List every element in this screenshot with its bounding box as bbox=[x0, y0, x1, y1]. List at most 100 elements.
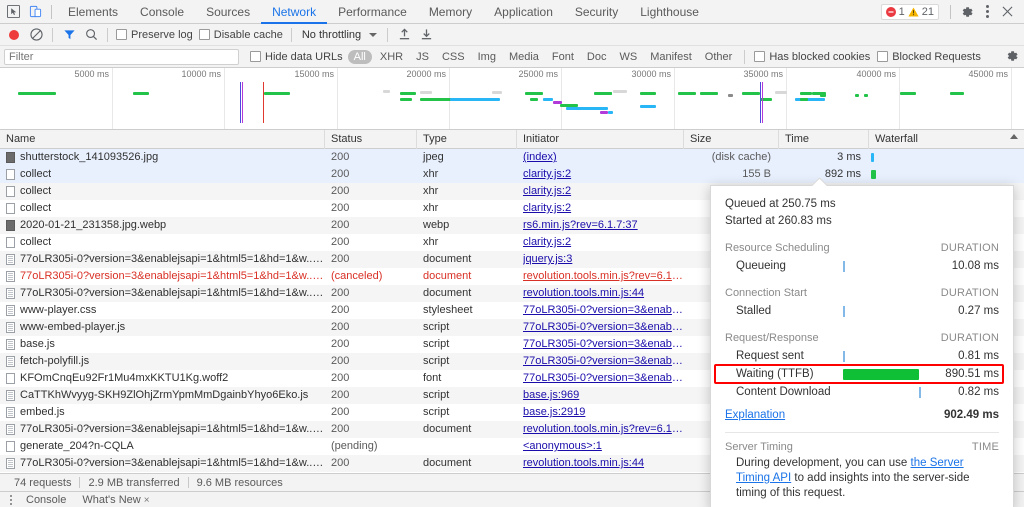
filter-type-other[interactable]: Other bbox=[700, 50, 738, 64]
cell-time: 3 ms bbox=[837, 151, 861, 163]
search-button[interactable] bbox=[81, 26, 101, 44]
initiator-link[interactable]: base.js:969 bbox=[523, 387, 684, 404]
filter-type-js[interactable]: JS bbox=[411, 50, 434, 64]
tab-security[interactable]: Security bbox=[564, 0, 629, 24]
initiator-link[interactable]: 77oLR305i-0?version=3&enablej... bbox=[523, 370, 684, 387]
cell-type: document bbox=[423, 457, 472, 469]
cell-initiator: clarity.js:2 bbox=[517, 234, 684, 251]
column-header-type[interactable]: Type bbox=[417, 129, 517, 149]
initiator-link[interactable]: revolution.tools.min.js?rev=6.1.7:44 bbox=[523, 421, 684, 438]
import-har-button[interactable] bbox=[394, 26, 414, 44]
section-title-connection-start: Connection Start bbox=[725, 287, 807, 299]
cell-status: 200 bbox=[331, 406, 350, 418]
initiator-link[interactable]: 77oLR305i-0?version=3&enablej... bbox=[523, 319, 684, 336]
initiator-link[interactable]: revolution.tools.min.js:44 bbox=[523, 285, 684, 302]
filter-type-img[interactable]: Img bbox=[473, 50, 501, 64]
overview-request-bar bbox=[133, 92, 149, 95]
request-name: 77oLR305i-0?version=3&enablejsapi=1&html… bbox=[20, 287, 325, 299]
drawer-tab-console[interactable]: Console bbox=[18, 494, 74, 506]
cell-status: 200 bbox=[331, 321, 350, 333]
tab-lighthouse[interactable]: Lighthouse bbox=[629, 0, 710, 24]
tab-elements[interactable]: Elements bbox=[57, 0, 129, 24]
has-blocked-cookies-checkbox[interactable]: Has blocked cookies bbox=[752, 51, 872, 63]
filter-type-doc[interactable]: Doc bbox=[582, 50, 612, 64]
overview-gridline bbox=[786, 68, 787, 129]
column-header-initiator[interactable]: Initiator bbox=[517, 129, 684, 149]
filter-type-media[interactable]: Media bbox=[504, 50, 544, 64]
column-header-name[interactable]: Name bbox=[0, 129, 325, 149]
initiator-link[interactable]: 77oLR305i-0?version=3&enablej... bbox=[523, 336, 684, 353]
network-overview-timeline[interactable]: 5000 ms 10000 ms 15000 ms 20000 ms 25000 ms 3… bbox=[0, 68, 1024, 130]
cell-status: 200 bbox=[331, 253, 350, 265]
issues-badge[interactable]: 1 21 bbox=[880, 3, 939, 20]
filter-type-manifest[interactable]: Manifest bbox=[645, 50, 697, 64]
image-file-icon bbox=[6, 152, 15, 163]
export-har-button[interactable] bbox=[416, 26, 436, 44]
document-file-icon bbox=[6, 390, 15, 401]
filter-type-css[interactable]: CSS bbox=[437, 50, 470, 64]
initiator-link[interactable]: 77oLR305i-0?version=3&enablej... bbox=[523, 353, 684, 370]
initiator-link[interactable]: clarity.js:2 bbox=[523, 200, 684, 217]
initiator-link[interactable]: jquery.js:3 bbox=[523, 251, 684, 268]
drawer-tab-whats-new[interactable]: What's New × bbox=[74, 494, 157, 506]
more-options-icon[interactable] bbox=[978, 2, 996, 22]
blocked-requests-checkbox[interactable]: Blocked Requests bbox=[875, 51, 983, 63]
section-server-timing: Server Timing TIME bbox=[725, 438, 999, 456]
document-file-icon bbox=[6, 288, 15, 299]
column-header-waterfall[interactable]: Waterfall bbox=[869, 130, 1024, 149]
explanation-link[interactable]: Explanation bbox=[725, 409, 944, 421]
filter-type-ws[interactable]: WS bbox=[614, 50, 642, 64]
overview-request-bar bbox=[678, 92, 696, 95]
table-row[interactable]: collect 200 xhr clarity.js:2 155 B 892 ms bbox=[0, 166, 1024, 183]
column-header-status[interactable]: Status bbox=[325, 129, 417, 149]
column-header-time[interactable]: Time bbox=[779, 129, 869, 149]
drawer-more-options-icon[interactable] bbox=[4, 494, 18, 505]
preserve-log-checkbox[interactable]: Preserve log bbox=[114, 29, 195, 41]
request-name: www-player.css bbox=[20, 304, 97, 316]
close-icon[interactable] bbox=[996, 2, 1018, 22]
column-header-size[interactable]: Size bbox=[684, 129, 779, 149]
tab-console[interactable]: Console bbox=[129, 0, 195, 24]
toolbar-divider-2 bbox=[107, 27, 108, 42]
filter-type-font[interactable]: Font bbox=[547, 50, 579, 64]
tab-network[interactable]: Network bbox=[261, 0, 327, 24]
filter-input[interactable] bbox=[4, 48, 239, 65]
device-toolbar-icon[interactable] bbox=[24, 2, 46, 22]
disable-cache-checkbox[interactable]: Disable cache bbox=[197, 29, 285, 41]
initiator-link[interactable]: clarity.js:2 bbox=[523, 234, 684, 251]
drawer-tab-whats-new-label: What's New bbox=[82, 493, 141, 506]
initiator-link[interactable]: revolution.tools.min.js?rev=6.1.7:44 bbox=[523, 268, 684, 285]
filter-type-xhr[interactable]: XHR bbox=[375, 50, 408, 64]
tab-memory[interactable]: Memory bbox=[418, 0, 483, 24]
initiator-link[interactable]: base.js:2919 bbox=[523, 404, 684, 421]
filter-type-all[interactable]: All bbox=[347, 49, 372, 64]
duration-header-1: DURATION bbox=[940, 287, 999, 299]
record-button[interactable] bbox=[4, 26, 24, 44]
initiator-link[interactable]: rs6.min.js?rev=6.1.7:37 bbox=[523, 217, 684, 234]
clear-button[interactable] bbox=[26, 26, 46, 44]
overview-request-bar bbox=[450, 98, 500, 101]
network-settings-gear-icon[interactable] bbox=[1005, 49, 1019, 66]
drawer-tab-close-icon[interactable]: × bbox=[144, 495, 150, 506]
tab-sources[interactable]: Sources bbox=[195, 0, 261, 24]
tab-application[interactable]: Application bbox=[483, 0, 564, 24]
table-row[interactable]: shutterstock_141093526.jpg 200 jpeg (index)… bbox=[0, 149, 1024, 166]
initiator-link[interactable]: 77oLR305i-0?version=3&enablej... bbox=[523, 302, 684, 319]
hide-data-urls-checkbox[interactable]: Hide data URLs bbox=[248, 51, 345, 63]
initiator-link[interactable]: (index) bbox=[523, 149, 684, 166]
initiator-link[interactable]: clarity.js:2 bbox=[523, 166, 684, 183]
timing-row-stalled: Stalled 0.27 ms bbox=[725, 302, 999, 320]
section-resource-scheduling: Resource Scheduling DURATION bbox=[725, 239, 999, 257]
gear-icon[interactable] bbox=[956, 2, 978, 22]
cell-name: 2020-01-21_231358.jpg.webp bbox=[0, 217, 325, 234]
initiator-link[interactable]: <anonymous>:1 bbox=[523, 438, 684, 455]
initiator-link[interactable]: clarity.js:2 bbox=[523, 183, 684, 200]
tab-performance[interactable]: Performance bbox=[327, 0, 418, 24]
initiator-link[interactable]: revolution.tools.min.js:44 bbox=[523, 455, 684, 472]
blocked-requests-box bbox=[877, 51, 889, 62]
overview-request-bar bbox=[820, 94, 826, 97]
filter-toggle-button[interactable] bbox=[59, 26, 79, 44]
cell-initiator: 77oLR305i-0?version=3&enablej... bbox=[517, 319, 684, 336]
inspect-element-icon[interactable] bbox=[2, 2, 24, 22]
throttling-dropdown[interactable]: No throttling bbox=[298, 29, 381, 41]
